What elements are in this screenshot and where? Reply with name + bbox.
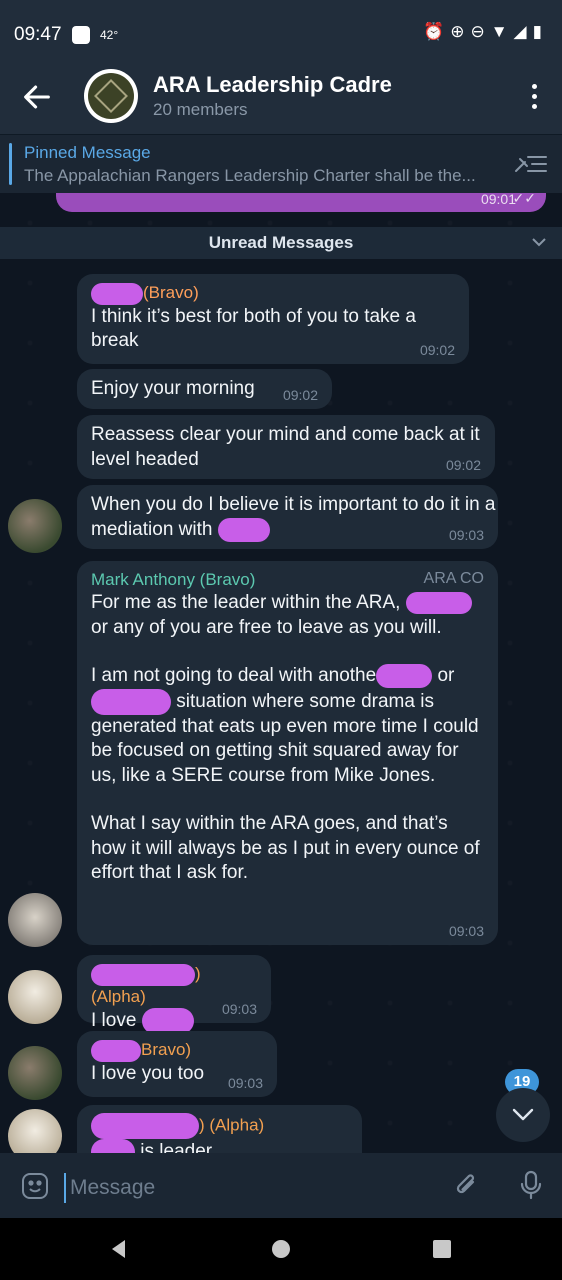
message-text: I am not going to deal with anothe or si…: [91, 664, 484, 786]
redaction: [91, 963, 195, 986]
chevron-down-icon: [512, 1108, 534, 1121]
message-bubble[interactable]: Enjoy your morning 09:02: [77, 369, 332, 409]
avatar[interactable]: [8, 970, 62, 1024]
chevron-down-icon[interactable]: [530, 233, 548, 251]
sender-role: ARA CO: [423, 570, 484, 587]
scroll-down-button[interactable]: [496, 1088, 550, 1142]
arrow-left-icon[interactable]: [20, 80, 54, 114]
unread-divider: Unread Messages: [0, 227, 562, 259]
redaction: [91, 688, 171, 715]
system-icons: ⏰⊕⊖▼◢▮: [423, 22, 548, 41]
redaction: [91, 1039, 141, 1062]
message-text: When you do I believe it is important to…: [91, 494, 501, 542]
group-avatar[interactable]: [84, 69, 138, 123]
sender-name: Bravo): [91, 1039, 263, 1062]
message-bubble[interactable]: When you do I believe it is important to…: [77, 485, 498, 549]
avatar[interactable]: [8, 499, 62, 553]
pinned-message[interactable]: Pinned Message The Appalachian Rangers L…: [0, 135, 562, 193]
message-text: is leader: [91, 1139, 348, 1153]
message-text: What I say within the ARA goes, and that…: [91, 813, 485, 884]
avatar[interactable]: [8, 893, 62, 947]
message-bubble[interactable]: ) (Alpha) is leader: [77, 1105, 362, 1153]
message-time: 09:02: [419, 342, 455, 358]
group-title[interactable]: ARA Leadership Cadre: [153, 72, 392, 98]
member-count: 20 members: [153, 100, 248, 119]
paperclip-icon[interactable]: [452, 1171, 482, 1201]
avatar[interactable]: [8, 1109, 62, 1153]
unread-label: Unread Messages: [208, 233, 354, 252]
message-text: I think it’s best for both of you to tak…: [91, 305, 422, 352]
pinned-indicator: [9, 143, 12, 185]
message-time: 09:03: [221, 1001, 257, 1017]
message-bubble[interactable]: (Bravo) I think it’s best for both of yo…: [77, 274, 469, 364]
message-list[interactable]: 09:01 ✓✓ Unread Messages (Bravo) I think…: [0, 193, 562, 1153]
status-temperature: 42°: [100, 28, 119, 42]
pinned-list-icon[interactable]: [514, 151, 548, 177]
sender-name: (Bravo): [91, 282, 455, 305]
message-text: Reassess clear your mind and come back a…: [91, 424, 485, 470]
message-bubble[interactable]: Mark Anthony (Bravo) ARA CO For me as th…: [77, 561, 498, 945]
message-time: 09:01: [480, 193, 516, 207]
message-bubble[interactable]: Reassess clear your mind and come back a…: [77, 415, 495, 479]
status-time: 09:47: [14, 24, 62, 45]
pinned-text: The Appalachian Rangers Leadership Chart…: [24, 166, 476, 185]
message-time: 09:03: [448, 527, 484, 543]
redaction: [91, 282, 143, 305]
message-bubble[interactable]: ) (Alpha) I love 09:03: [77, 955, 271, 1034]
nav-home-icon[interactable]: [270, 1238, 292, 1260]
nav-recents-icon[interactable]: [431, 1238, 453, 1260]
message-text: For me as the leader within the ARA, or …: [91, 591, 477, 638]
message-input[interactable]: [64, 1173, 432, 1203]
microphone-icon[interactable]: [516, 1169, 546, 1201]
nav-back-icon[interactable]: [108, 1238, 130, 1260]
chat-header: ARA Leadership Cadre 20 members: [0, 64, 562, 134]
message-bubble[interactable]: Bravo) I love you too 09:03: [77, 1031, 277, 1097]
more-vertical-icon[interactable]: [530, 84, 540, 112]
message-composer: [0, 1153, 562, 1218]
pinned-title: Pinned Message: [24, 143, 151, 162]
redaction: [91, 1113, 199, 1139]
sender-name: ) (Alpha): [91, 1113, 348, 1139]
message-time: 09:03: [227, 1075, 263, 1091]
read-checks-icon: ✓✓: [512, 193, 536, 206]
status-bar: 09:47 42° ⏰⊕⊖▼◢▮: [0, 0, 562, 64]
system-nav-bar: [0, 1218, 562, 1280]
notification-icon: [72, 26, 90, 44]
message-time: 09:02: [282, 387, 318, 403]
redaction: [141, 1007, 194, 1034]
redaction: [405, 591, 472, 614]
message-time: 09:03: [448, 923, 484, 939]
redaction: [217, 517, 270, 542]
message-time: 09:02: [445, 457, 481, 473]
redaction: [376, 664, 433, 688]
previous-message-bubble[interactable]: 09:01 ✓✓: [56, 193, 546, 212]
avatar[interactable]: [8, 1046, 62, 1100]
redaction: [91, 1139, 135, 1153]
sticker-icon[interactable]: [20, 1171, 50, 1201]
